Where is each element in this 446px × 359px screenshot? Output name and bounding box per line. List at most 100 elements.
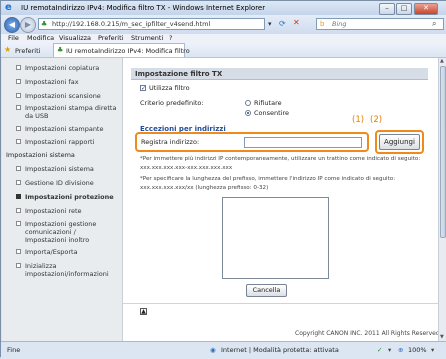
zoom-icon: ⊕ [398,346,404,354]
back-button[interactable]: ◀ [4,17,20,33]
nav-label: Gestione ID divisione [25,179,94,187]
nav-bullet-icon [16,105,21,110]
nav-label: Impostazioni sistema [25,165,94,173]
status-text: Fine [7,346,21,354]
stop-icon[interactable]: ✕ [293,18,300,27]
use-filter-label: Utilizza filtro [149,84,190,92]
policy-reject-radio[interactable] [245,100,251,106]
zoom-dropdown-icon[interactable]: ▾ [388,346,391,354]
nav-item-import-export[interactable]: Importa/Esporta [16,248,78,256]
bing-logo-icon: b [320,20,325,28]
refresh-icon[interactable]: ⟳ [279,19,286,28]
status-bar: Fine ◉ Internet | Modalità protetta: att… [1,341,446,359]
help-example-range: xxx.xxx.xxx.xxx-xxx.xxx.xxx.xxx [140,165,233,171]
policy-allow-radio[interactable] [245,110,251,116]
forward-button[interactable]: ▶ [20,17,36,33]
tab-favicon-icon: ♣ [57,46,64,54]
scroll-down-icon[interactable]: ▼ [440,334,444,340]
favorites-bar: ★ Preferiti ♣ IU remotaIndirizzo IPv4: M… [1,43,446,58]
add-address-button[interactable]: Aggiungi [379,134,420,150]
main-panel: Impostazione filtro TX ✓ Utilizza filtro… [122,58,440,341]
nav-item-report-settings[interactable]: Impostazioni rapporti [16,138,95,146]
zoom-menu-icon[interactable]: ▾ [431,346,434,354]
nav-item-copy-settings[interactable]: Impostazioni copiatura [16,64,100,72]
help-example-prefix: xxx.xxx.xxx.xxx/xx (lunghezza prefisso: … [140,185,269,191]
nav-bullet-icon [16,208,21,213]
nav-bullet-icon [16,79,21,84]
section-title: Impostazione filtro TX [135,70,223,78]
zoom-level[interactable]: 100% [408,346,427,354]
nav-label: Impostazioni rapporti [25,138,95,146]
menu-edit[interactable]: Modifica [27,34,54,42]
close-window-button[interactable]: ✕ [414,3,438,15]
nav-item-department-id[interactable]: Gestione ID divisione [16,179,94,187]
menu-file[interactable]: File [8,34,19,42]
nav-label: Impostazioni rete [25,207,82,215]
callout-1: (1) [352,115,365,125]
search-field[interactable]: b Bing ⌕ [316,18,444,30]
nav-item-network-settings[interactable]: Impostazioni rete [16,207,82,215]
nav-label: Impostazioni stampante [25,125,104,133]
help-text-range: *Per immettere più indirizzi IP contempo… [140,156,421,162]
left-navigation: Impostazioni copiatura Impostazioni fax … [2,58,120,341]
address-dropdown-icon[interactable]: ▾ [268,20,272,28]
favorites-star-icon[interactable]: ★ [4,45,11,54]
nav-bullet-icon [16,126,21,131]
nav-item-system-settings[interactable]: Impostazioni sistema [16,165,94,173]
minimize-button[interactable]: – [379,3,395,15]
nav-item-initialize[interactable]: Inizializza impostazioni/informazioni [16,262,117,278]
menu-help[interactable]: ? [169,34,172,42]
window-title: IU remotaIndirizzo IPv4: Modifica filtro… [21,4,266,12]
nav-label: Impostazioni copiatura [25,64,100,72]
nav-bullet-icon [16,93,21,98]
nav-label: Inizializza impostazioni/informazioni [25,262,109,278]
search-icon[interactable]: ⌕ [432,19,436,29]
favorites-label[interactable]: Preferiti [15,47,40,55]
nav-item-printer-settings[interactable]: Impostazioni stampante [16,125,104,133]
navigation-bar: ◀ ▶ ♣ http://192.168.0.215/m_sec_ipfilte… [1,15,446,34]
menu-view[interactable]: Visualizza [59,34,91,42]
nav-item-security-settings[interactable]: Impostazioni protezione [16,193,114,201]
register-address-label: Registra indirizzo: [141,138,200,146]
nav-label: Impostazioni protezione [25,193,114,201]
nav-item-usb-print-settings[interactable]: Impostazioni stampa diretta da USB [16,104,117,120]
menu-favorites[interactable]: Preferiti [98,34,123,42]
nav-item-communication-settings[interactable]: Impostazioni gestione comunicazioni / Im… [16,220,117,244]
default-policy-label: Criterio predefinito: [140,99,204,107]
vertical-scrollbar[interactable]: ▲ ▼ [438,58,446,341]
maximize-button[interactable]: □ [396,3,412,15]
menu-bar: File Modifica Visualizza Preferiti Strum… [1,34,446,43]
nav-bullet-icon [16,249,21,254]
protected-mode-icon[interactable]: ✓ [377,346,382,354]
internet-zone-icon: ◉ [210,346,216,354]
delete-address-button[interactable]: Cancella [246,284,287,297]
nav-label: Impostazioni scansione [25,92,101,100]
menu-tools[interactable]: Strumenti [131,34,163,42]
help-text-prefix: *Per specificare la lunghezza del prefis… [140,176,396,182]
url-text: http://192.168.0.215/m_sec_ipfilter_v4se… [52,20,211,28]
policy-allow-label: Consentire [254,109,290,117]
nav-bullet-icon [16,139,21,144]
nav-bullet-icon [16,65,21,70]
nav-item-fax-settings[interactable]: Impostazioni fax [16,78,79,86]
register-address-input[interactable] [244,137,362,148]
browser-tab[interactable]: ♣ IU remotaIndirizzo IPv4: Modifica filt… [53,43,190,57]
nav-item-scan-settings[interactable]: Impostazioni scansione [16,92,101,100]
callout-2: (2) [370,115,383,125]
divider [123,303,439,304]
back-to-top-icon[interactable]: ▲ [140,308,147,315]
browser-window: e IU remotaIndirizzo IPv4: Modifica filt… [0,0,446,359]
address-field[interactable]: ♣ http://192.168.0.215/m_sec_ipfilter_v4… [38,18,265,30]
scroll-thumb[interactable] [440,66,446,238]
nav-label: Impostazioni stampa diretta da USB [25,104,117,120]
use-filter-checkbox[interactable]: ✓ [140,85,146,92]
search-placeholder: Bing [332,20,347,28]
address-list[interactable] [222,197,329,279]
section-header: Impostazione filtro TX [131,68,428,80]
copyright: Copyright CANON INC. 2011 All Rights Res… [295,330,440,337]
zone-text[interactable]: Internet | Modalità protetta: attivata [221,346,339,354]
nav-bullet-active-icon [16,194,21,199]
nav-section-system: Impostazioni sistema [6,151,75,159]
scroll-up-icon[interactable]: ▲ [440,58,444,64]
nav-bullet-icon [16,166,21,171]
